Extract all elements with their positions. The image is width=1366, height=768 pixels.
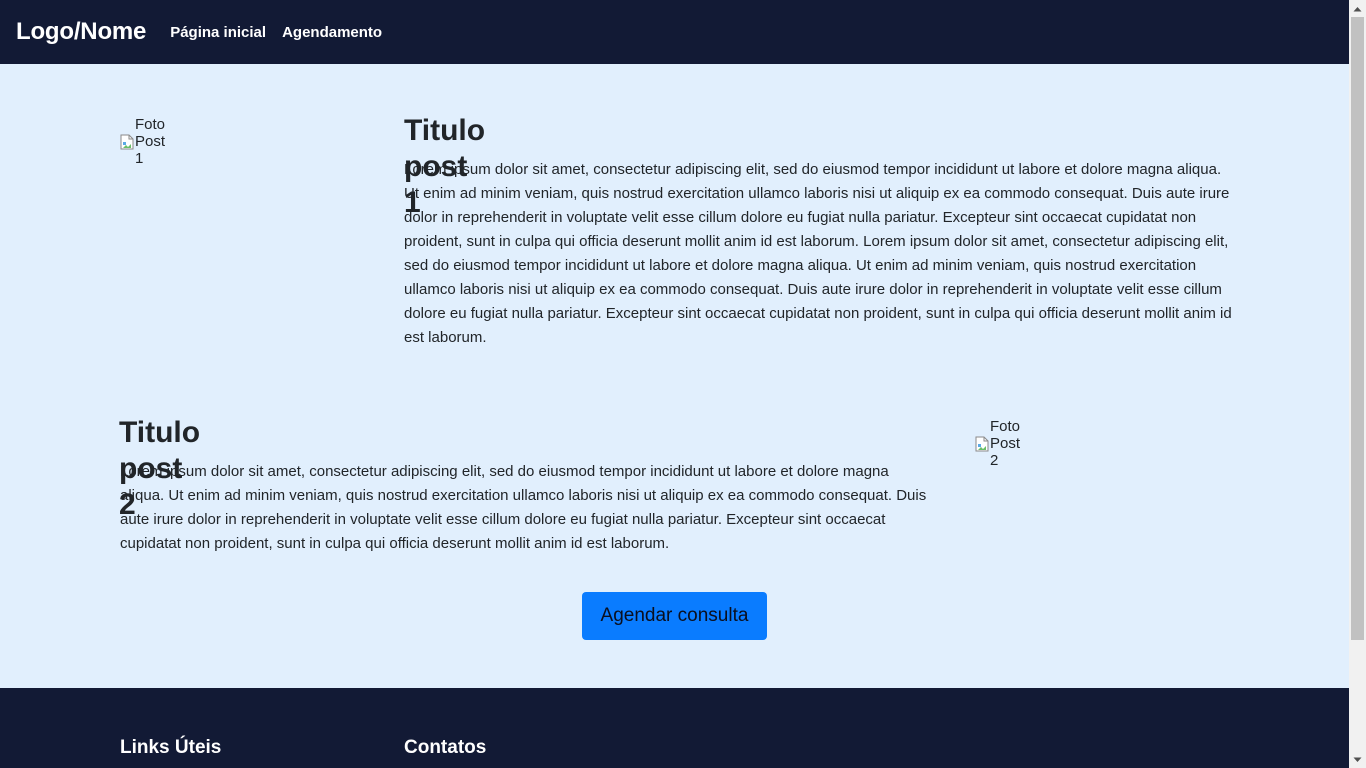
- broken-image-icon: [975, 436, 989, 452]
- page: Logo/Nome Página inicial Agendamento Fot…: [0, 0, 1349, 768]
- broken-image-icon: [120, 134, 134, 150]
- post-text: Lorem ipsum dolor sit amet, consectetur …: [404, 161, 1232, 346]
- footer-contacts-heading: Contatos: [404, 737, 487, 758]
- post-image-alt-text: Foto Post 1: [135, 116, 166, 167]
- vertical-scrollbar[interactable]: [1349, 0, 1366, 768]
- post-text: Lorem ipsum dolor sit amet, consectetur …: [120, 463, 927, 552]
- brand-logo[interactable]: Logo/Nome: [16, 18, 146, 46]
- post-image-alt-text: Foto Post 2: [990, 418, 1021, 469]
- navbar: Logo/Nome Página inicial Agendamento: [0, 0, 1349, 64]
- nav-link-home[interactable]: Página inicial: [170, 24, 266, 41]
- scroll-up-arrow-icon[interactable]: [1349, 0, 1366, 17]
- scrollbar-thumb[interactable]: [1351, 17, 1364, 640]
- footer-links-heading: Links Úteis: [120, 737, 222, 758]
- scroll-down-arrow-icon[interactable]: [1349, 751, 1366, 768]
- post-image: Foto Post 1: [120, 116, 165, 167]
- footer: Links Úteis Contatos: [0, 688, 1349, 768]
- schedule-appointment-button[interactable]: Agendar consulta: [582, 592, 767, 640]
- post-image: Foto Post 2: [975, 418, 1020, 469]
- nav-link-scheduling[interactable]: Agendamento: [282, 24, 382, 41]
